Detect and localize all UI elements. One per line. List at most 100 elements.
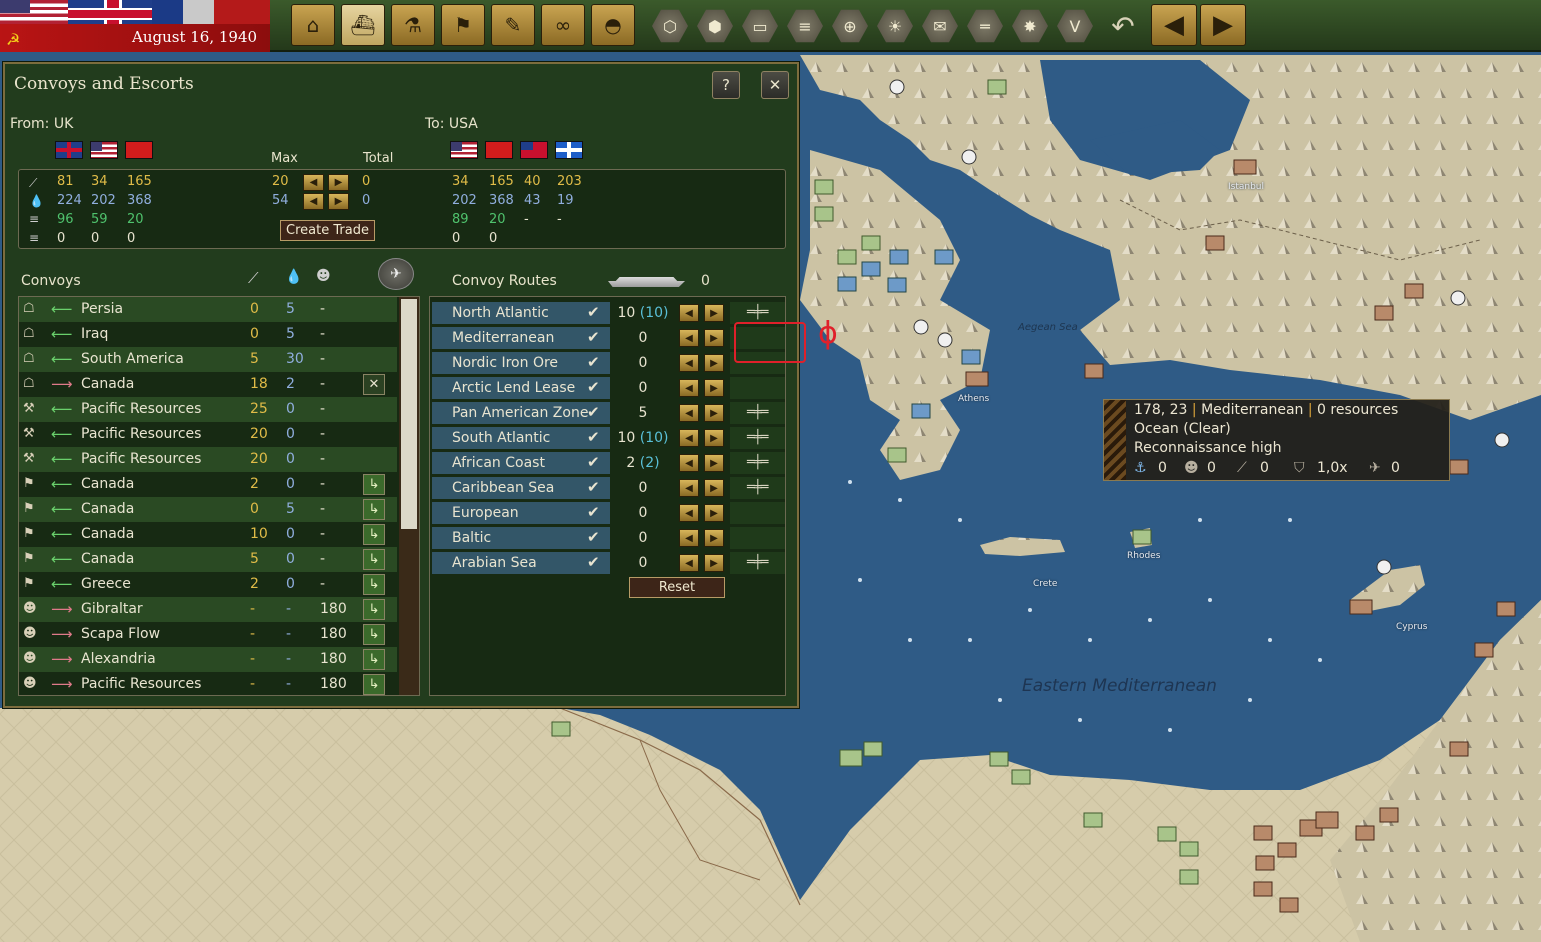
checkmark-icon[interactable]: ✔ (587, 378, 600, 396)
decrease-button[interactable]: ◀ (679, 479, 699, 497)
reroute-button[interactable]: ↳ (363, 574, 385, 595)
reroute-button[interactable]: ↳ (363, 499, 385, 520)
route-row[interactable]: Baltic ✔ 0 ◀ ▶ (432, 527, 785, 549)
decrease-button[interactable]: ◀ (679, 354, 699, 372)
reroute-button[interactable]: ↳ (363, 549, 385, 570)
decrease-button[interactable]: ◀ (679, 504, 699, 522)
increase-button[interactable]: ▶ (704, 379, 724, 397)
convoy-row[interactable]: ☖ ⟵ Persia 0 5 - (19, 297, 397, 322)
convoy-row[interactable]: ☻ ⟶ Alexandria - - 180 ↳ (19, 647, 397, 672)
checkmark-icon[interactable]: ✔ (587, 553, 600, 571)
decrease-button[interactable]: ◀ (303, 193, 324, 210)
reports-button[interactable]: ✎ (491, 4, 535, 46)
decrease-button[interactable]: ◀ (679, 429, 699, 447)
convoys-button[interactable]: ⛴ (341, 4, 385, 46)
convoy-row[interactable]: ☻ ⟶ Scapa Flow - - 180 ↳ (19, 622, 397, 647)
reroute-button[interactable]: ↳ (363, 599, 385, 620)
usa-flag-icon[interactable] (0, 0, 68, 24)
reroute-button[interactable]: ↳ (363, 649, 385, 670)
convoy-row[interactable]: ☻ ⟶ Pacific Resources - - 180 ↳ (19, 672, 397, 695)
france-flag-icon[interactable] (152, 0, 214, 24)
convoy-row[interactable]: ⚑ ⟵ Canada 5 0 - ↳ (19, 547, 397, 572)
close-button[interactable]: ✕ (761, 71, 789, 99)
decrease-button[interactable]: ◀ (303, 174, 324, 191)
decrease-button[interactable]: ◀ (679, 379, 699, 397)
checkmark-icon[interactable]: ✔ (587, 428, 600, 446)
cancel-convoy-button[interactable]: ✕ (363, 374, 385, 395)
army-button[interactable]: ◓ (591, 4, 635, 46)
reroute-button[interactable]: ↳ (363, 624, 385, 645)
route-row[interactable]: African Coast ✔ 2 (2) ◀ ▶ ═╪═ (432, 452, 785, 474)
checkmark-icon[interactable]: ✔ (587, 478, 600, 496)
increase-button[interactable]: ▶ (328, 193, 349, 210)
diplomacy-button[interactable]: ⚑ (441, 4, 485, 46)
checkmark-icon[interactable]: ✔ (587, 503, 600, 521)
increase-button[interactable]: ▶ (704, 404, 724, 422)
production-button[interactable]: ⌂ (291, 4, 335, 46)
supply-button[interactable]: ≡ (785, 6, 825, 46)
route-row[interactable]: Arabian Sea ✔ 0 ◀ ▶ ═╪═ (432, 552, 785, 574)
increase-button[interactable]: ▶ (704, 304, 724, 322)
intelligence-button[interactable]: ∞ (541, 4, 585, 46)
weather-button[interactable]: ☀ (875, 6, 915, 46)
scrollbar-thumb[interactable] (401, 299, 417, 529)
escort-filter-button[interactable]: ✈ (378, 258, 414, 290)
convoy-row[interactable]: ☖ ⟶ Canada 18 2 - ✕ (19, 372, 397, 397)
convoy-row[interactable]: ⚒ ⟵ Pacific Resources 20 0 - (19, 422, 397, 447)
checkmark-icon[interactable]: ✔ (587, 353, 600, 371)
decrease-button[interactable]: ◀ (679, 529, 699, 547)
reroute-button[interactable]: ↳ (363, 524, 385, 545)
increase-button[interactable]: ▶ (704, 479, 724, 497)
increase-button[interactable]: ▶ (704, 354, 724, 372)
convoy-row[interactable]: ☖ ⟵ Iraq 0 5 - (19, 322, 397, 347)
decrease-button[interactable]: ◀ (679, 329, 699, 347)
convoy-row[interactable]: ⚒ ⟵ Pacific Resources 20 0 - (19, 447, 397, 472)
previous-button[interactable]: ◀ (1151, 4, 1197, 46)
convoy-row[interactable]: ⚒ ⟵ Pacific Resources 25 0 - (19, 397, 397, 422)
route-row[interactable]: European ✔ 0 ◀ ▶ (432, 502, 785, 524)
route-row[interactable]: South Atlantic ✔ 10 (10) ◀ ▶ ═╪═ (432, 427, 785, 449)
decrease-button[interactable]: ◀ (679, 404, 699, 422)
convoy-row[interactable]: ⚑ ⟵ Greece 2 0 - ↳ (19, 572, 397, 597)
decrease-button[interactable]: ◀ (679, 554, 699, 572)
route-row[interactable]: Arctic Lend Lease ✔ 0 ◀ ▶ (432, 377, 785, 399)
create-trade-button[interactable]: Create Trade (280, 220, 375, 241)
checkmark-icon[interactable]: ✔ (587, 528, 600, 546)
increase-button[interactable]: ▶ (704, 429, 724, 447)
increase-button[interactable]: ▶ (328, 174, 349, 191)
units-button[interactable]: ▭ (740, 6, 780, 46)
convoy-row[interactable]: ☖ ⟵ South America 5 30- (19, 347, 397, 372)
target-button[interactable]: ⊕ (830, 6, 870, 46)
increase-button[interactable]: ▶ (704, 554, 724, 572)
research-button[interactable]: ⚗ (391, 4, 435, 46)
reroute-button[interactable]: ↳ (363, 674, 385, 695)
checkmark-icon[interactable]: ✔ (587, 303, 600, 321)
help-button[interactable]: ? (712, 71, 740, 99)
route-row[interactable]: Caribbean Sea ✔ 0 ◀ ▶ ═╪═ (432, 477, 785, 499)
increase-button[interactable]: ▶ (704, 454, 724, 472)
uk-flag-icon[interactable] (68, 0, 152, 24)
convoy-row[interactable]: ⚑ ⟵ Canada 0 5 - ↳ (19, 497, 397, 522)
mail-button[interactable]: ✉ (920, 6, 960, 46)
decrease-button[interactable]: ◀ (679, 454, 699, 472)
checkmark-icon[interactable]: ✔ (587, 453, 600, 471)
undo-button[interactable]: ↶ (1103, 6, 1143, 46)
next-button[interactable]: ▶ (1200, 4, 1246, 46)
route-row[interactable]: Mediterranean ✔ 0 ◀ ▶ (432, 327, 785, 349)
combat-button[interactable]: ✸ (1010, 6, 1050, 46)
route-row[interactable]: Pan American Zone ✔ 5 ◀ ▶ ═╪═ (432, 402, 785, 424)
convoy-view-button[interactable]: ═ (965, 6, 1005, 46)
convoy-row[interactable]: ⚑ ⟵ Canada 2 0 - ↳ (19, 472, 397, 497)
victory-button[interactable]: V (1055, 6, 1095, 46)
reset-button[interactable]: Reset (629, 577, 725, 598)
convoy-list-scrollbar[interactable] (399, 297, 419, 695)
convoy-row[interactable]: ⚑ ⟵ Canada 10 0 - ↳ (19, 522, 397, 547)
convoy-row[interactable]: ☻ ⟶ Gibraltar - - 180 ↳ (19, 597, 397, 622)
checkmark-icon[interactable]: ✔ (587, 403, 600, 421)
increase-button[interactable]: ▶ (704, 504, 724, 522)
hex-grid-button[interactable]: ⬡ (650, 6, 690, 46)
increase-button[interactable]: ▶ (704, 329, 724, 347)
hex-cluster-button[interactable]: ⬢ (695, 6, 735, 46)
checkmark-icon[interactable]: ✔ (587, 328, 600, 346)
route-row[interactable]: North Atlantic ✔ 10 (10) ◀ ▶ ═╪═ (432, 302, 785, 324)
